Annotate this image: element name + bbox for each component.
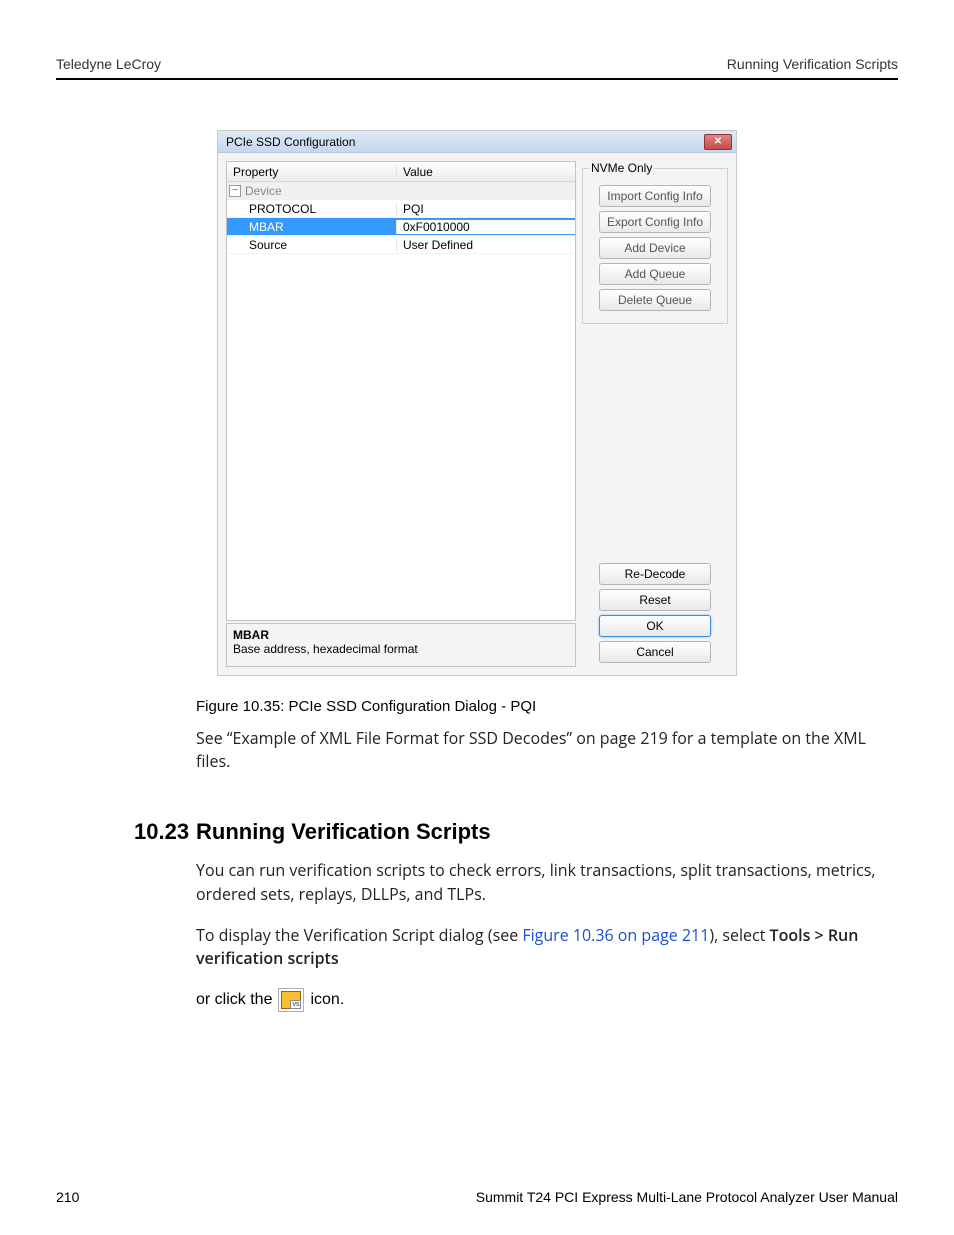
text: or click the <box>196 991 272 1009</box>
row-protocol[interactable]: PROTOCOL PQI <box>227 200 575 218</box>
section-title: Running Verification Scripts <box>196 819 491 845</box>
import-config-button[interactable]: Import Config Info <box>599 185 711 207</box>
ok-button[interactable]: OK <box>599 615 711 637</box>
nvme-legend: NVMe Only <box>589 161 654 175</box>
cell-prop: Source <box>227 238 397 252</box>
group-row-device[interactable]: − Device <box>227 182 575 200</box>
figure-link[interactable]: Figure 10.36 on page 211 <box>522 924 709 946</box>
add-device-button[interactable]: Add Device <box>599 237 711 259</box>
page-number: 210 <box>56 1189 79 1205</box>
grid-header: Property Value <box>227 162 575 182</box>
cell-prop: MBAR <box>227 220 397 234</box>
section-number: 10.23 <box>134 819 196 845</box>
property-grid[interactable]: Property Value − Device PROTOCOL PQI <box>226 161 576 621</box>
cell-val: PQI <box>397 202 575 216</box>
re-decode-button[interactable]: Re-Decode <box>599 563 711 585</box>
export-config-button[interactable]: Export Config Info <box>599 211 711 233</box>
close-icon[interactable]: ✕ <box>704 134 732 150</box>
delete-queue-button[interactable]: Delete Queue <box>599 289 711 311</box>
dialog-titlebar[interactable]: PCIe SSD Configuration ✕ <box>218 131 736 153</box>
paragraph-xml-ref: See “Example of XML File Format for SSD … <box>196 727 898 773</box>
header-left: Teledyne LeCroy <box>56 56 161 72</box>
header-rule <box>56 78 898 80</box>
desc-text: Base address, hexadecimal format <box>233 642 569 656</box>
col-header-value: Value <box>397 165 575 179</box>
paragraph-intro: You can run verification scripts to chec… <box>196 859 898 905</box>
desc-title: MBAR <box>233 628 569 642</box>
header-right: Running Verification Scripts <box>727 56 898 72</box>
cell-val: User Defined <box>397 238 575 252</box>
description-panel: MBAR Base address, hexadecimal format <box>226 623 576 667</box>
collapse-icon[interactable]: − <box>229 185 241 197</box>
row-mbar[interactable]: MBAR 0xF0010000 <box>227 218 575 236</box>
cell-val: 0xF0010000 <box>397 220 575 234</box>
text: To display the Verification Script dialo… <box>196 924 522 946</box>
group-label: Device <box>245 184 282 198</box>
text: icon. <box>310 991 344 1009</box>
text: ), select <box>709 924 769 946</box>
verification-script-icon <box>278 988 304 1012</box>
cell-prop: PROTOCOL <box>227 202 397 216</box>
figure-caption: Figure 10.35: PCIe SSD Configuration Dia… <box>196 698 898 715</box>
reset-button[interactable]: Reset <box>599 589 711 611</box>
col-header-property: Property <box>227 165 397 179</box>
nvme-only-group: NVMe Only Import Config Info Export Conf… <box>582 161 728 324</box>
cancel-button[interactable]: Cancel <box>599 641 711 663</box>
add-queue-button[interactable]: Add Queue <box>599 263 711 285</box>
pcie-ssd-config-dialog: PCIe SSD Configuration ✕ Property Value … <box>217 130 737 676</box>
paragraph-howto: To display the Verification Script dialo… <box>196 924 898 970</box>
footer-title: Summit T24 PCI Express Multi-Lane Protoc… <box>476 1189 898 1205</box>
row-source[interactable]: Source User Defined <box>227 236 575 254</box>
dialog-title: PCIe SSD Configuration <box>226 135 355 149</box>
